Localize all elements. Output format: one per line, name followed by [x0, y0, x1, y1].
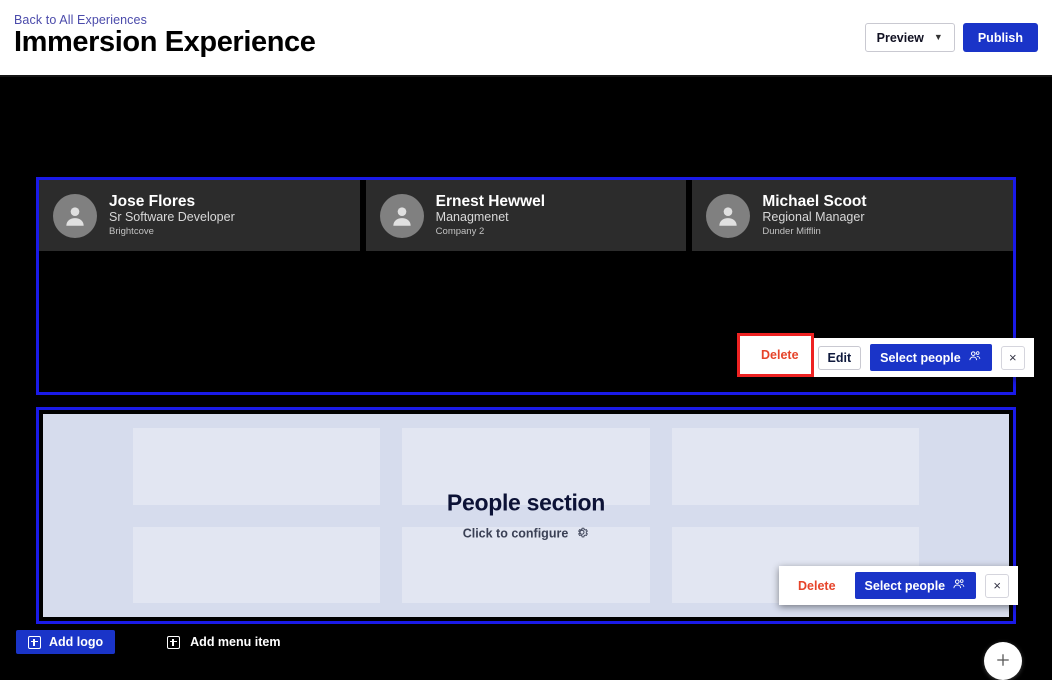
person-card[interactable]: Jose Flores Sr Software Developer Bright… — [39, 180, 360, 251]
person-info: Michael Scoot Regional Manager Dunder Mi… — [762, 193, 866, 239]
person-card[interactable]: Michael Scoot Regional Manager Dunder Mi… — [692, 180, 1014, 251]
select-people-button[interactable]: Select people — [854, 572, 977, 599]
people-section-toolbar: Delete Select people × — [779, 566, 1019, 605]
canvas-bottom-bar: Add logo Add menu item — [0, 630, 292, 654]
close-toolbar-button[interactable]: × — [985, 573, 1010, 598]
placeholder-tile — [133, 428, 381, 505]
preview-button[interactable]: Preview ▼ — [864, 23, 955, 52]
experience-canvas: Jose Flores Sr Software Developer Bright… — [0, 77, 1052, 680]
person-name: Ernest Hewwel — [435, 192, 546, 210]
add-menu-item-button[interactable]: Add menu item — [155, 630, 292, 654]
chevron-down-icon: ▼ — [933, 32, 943, 42]
person-info: Jose Flores Sr Software Developer Bright… — [109, 193, 235, 239]
people-cards-row: Jose Flores Sr Software Developer Bright… — [39, 180, 1014, 251]
plus-icon — [994, 651, 1012, 672]
person-role: Regional Manager — [762, 210, 865, 225]
person-org: Dunder Mifflin — [762, 226, 821, 238]
avatar — [53, 193, 97, 238]
person-org: Company 2 — [435, 226, 485, 238]
person-card[interactable]: Ernest Hewwel Managmenet Company 2 — [365, 180, 687, 251]
close-toolbar-button[interactable]: × — [1000, 345, 1025, 370]
delete-button-highlighted[interactable]: Delete — [751, 344, 809, 366]
add-logo-button[interactable]: Add logo — [16, 630, 116, 654]
placeholder-tile — [402, 526, 650, 603]
placeholder-tile — [133, 526, 381, 603]
publish-button[interactable]: Publish — [962, 23, 1038, 52]
avatar — [706, 193, 751, 238]
person-name: Michael Scoot — [762, 192, 867, 210]
person-name: Jose Flores — [109, 192, 196, 210]
page-header: Back to All Experiences Immersion Experi… — [0, 0, 1052, 77]
preview-button-label: Preview — [876, 30, 924, 45]
select-people-label: Select people — [864, 578, 946, 593]
person-role: Sr Software Developer — [109, 210, 235, 225]
placeholder-tile — [671, 428, 919, 505]
plus-square-icon — [167, 635, 181, 649]
select-people-button[interactable]: Select people — [870, 344, 992, 371]
header-actions: Preview ▼ Publish — [864, 23, 1038, 52]
plus-square-icon — [28, 635, 41, 649]
avatar — [379, 193, 424, 238]
person-org: Brightcove — [109, 226, 154, 238]
add-block-button[interactable] — [984, 642, 1022, 680]
person-role: Managmenet — [435, 210, 509, 225]
back-to-all-experiences-link[interactable]: Back to All Experiences — [14, 13, 147, 27]
placeholder-tile — [402, 428, 650, 505]
person-info: Ernest Hewwel Managmenet Company 2 — [436, 193, 545, 239]
add-logo-label: Add logo — [49, 635, 104, 649]
select-people-label: Select people — [880, 350, 961, 365]
people-icon — [952, 577, 966, 594]
add-menu-item-label: Add menu item — [190, 635, 281, 649]
page-title: Immersion Experience — [14, 26, 316, 58]
edit-button[interactable]: Edit — [817, 345, 862, 370]
delete-button[interactable]: Delete — [788, 575, 846, 597]
people-icon — [968, 349, 982, 366]
